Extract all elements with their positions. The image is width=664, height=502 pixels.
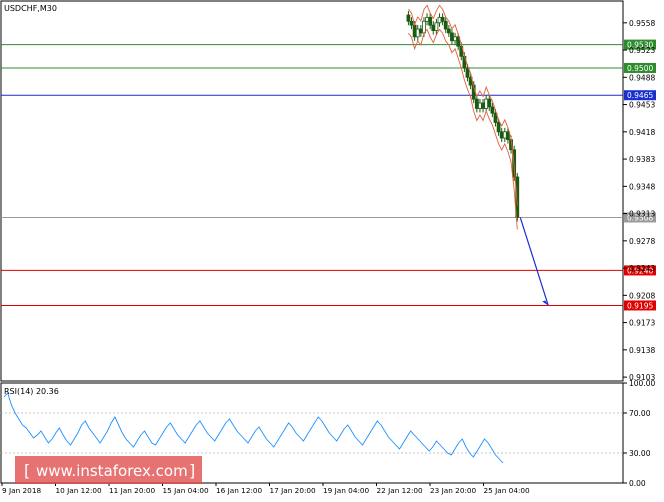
candle-body: [406, 14, 411, 22]
candle-body: [425, 16, 429, 22]
candle-body: [434, 22, 439, 31]
price-y-tick-label: 0.9488: [629, 73, 655, 82]
rsi-y-tick-label: 30.00: [629, 449, 651, 458]
candle-body: [465, 67, 470, 78]
level-price-label: 0.9195: [627, 301, 653, 310]
price-y-tick-label: 0.9173: [629, 319, 655, 328]
candle-body: [418, 28, 423, 34]
price-y-tick-label: 0.9383: [629, 155, 655, 164]
candle-body: [437, 16, 442, 24]
candle-body: [502, 131, 507, 139]
chart-root: 0.9530 0.9500 0.9465 0.9308 0.9240 0.9195 0.9…: [0, 0, 664, 498]
price-y-tick-label: 0.9523: [629, 46, 655, 55]
watermark-bracket-left: [: [24, 461, 30, 480]
price-y-tick-label: 0.9313: [629, 210, 655, 219]
candle-body: [428, 16, 433, 26]
candle-body: [478, 102, 482, 109]
rsi-y-tick-label: 100.00: [629, 379, 655, 388]
price-y-tick-label: 0.9138: [629, 346, 655, 355]
watermark-text: www.instaforex.com: [36, 462, 188, 480]
watermark-bracket-right: ]: [189, 461, 195, 480]
x-tick-label: 22 Jan 12:00: [377, 486, 424, 495]
candle-body: [446, 28, 451, 34]
x-tick-label: 11 Jan 20:00: [109, 486, 156, 495]
chart-title: USDCHF,M30: [4, 4, 57, 13]
candle-body: [431, 24, 436, 31]
candle-body: [484, 98, 489, 109]
rsi-title: RSI(14) 20.36: [4, 387, 59, 396]
x-tick-label: 16 Jan 12:00: [216, 486, 263, 495]
x-tick-label: 23 Jan 20:00: [430, 486, 477, 495]
price-y-tick-label: 0.9558: [629, 19, 655, 28]
x-tick-label: 17 Jan 20:00: [270, 486, 317, 495]
level-price-label: 0.9465: [627, 91, 653, 100]
x-tick-label: 19 Jan 04:00: [323, 486, 370, 495]
x-tick-label: 10 Jan 12:00: [56, 486, 103, 495]
candle-body: [415, 28, 420, 38]
candle-body: [499, 131, 504, 139]
usdchf-chart: 0.95300.95000.94650.93080.92400.9195 0.9…: [0, 0, 656, 495]
candle-body: [422, 20, 426, 34]
candle-body: [506, 131, 510, 141]
candle-body: [453, 36, 457, 42]
price-y-tick-label: 0.9208: [629, 291, 655, 300]
candle-body: [440, 16, 445, 22]
candle-body: [496, 122, 501, 133]
x-tick-label: 25 Jan 04:00: [484, 486, 531, 495]
candle-body: [409, 20, 414, 26]
price-y-tick-label: 0.9453: [629, 101, 655, 110]
level-price-label: 0.9500: [627, 64, 653, 73]
price-y-tick-label: 0.9278: [629, 237, 655, 246]
x-tick-label: 15 Jan 04:00: [163, 486, 210, 495]
x-tick-label: 9 Jan 2018: [2, 486, 41, 495]
candle-body: [474, 98, 479, 109]
candle-body: [481, 102, 485, 109]
watermark: [ www.instaforex.com ]: [15, 456, 202, 484]
rsi-y-tick-label: 0.00: [629, 479, 646, 488]
candle-body: [412, 24, 417, 38]
price-y-tick-label: 0.9418: [629, 128, 655, 137]
price-panel-frame: [0, 0, 624, 382]
candle-body: [443, 20, 448, 30]
rsi-y-tick-label: 70.00: [629, 409, 651, 418]
candle-body: [450, 32, 454, 42]
price-y-tick-label: 0.9348: [629, 182, 655, 191]
candle-body: [487, 98, 492, 108]
price-y-tick-label: 0.9243: [629, 264, 655, 273]
candle-body: [490, 106, 495, 114]
